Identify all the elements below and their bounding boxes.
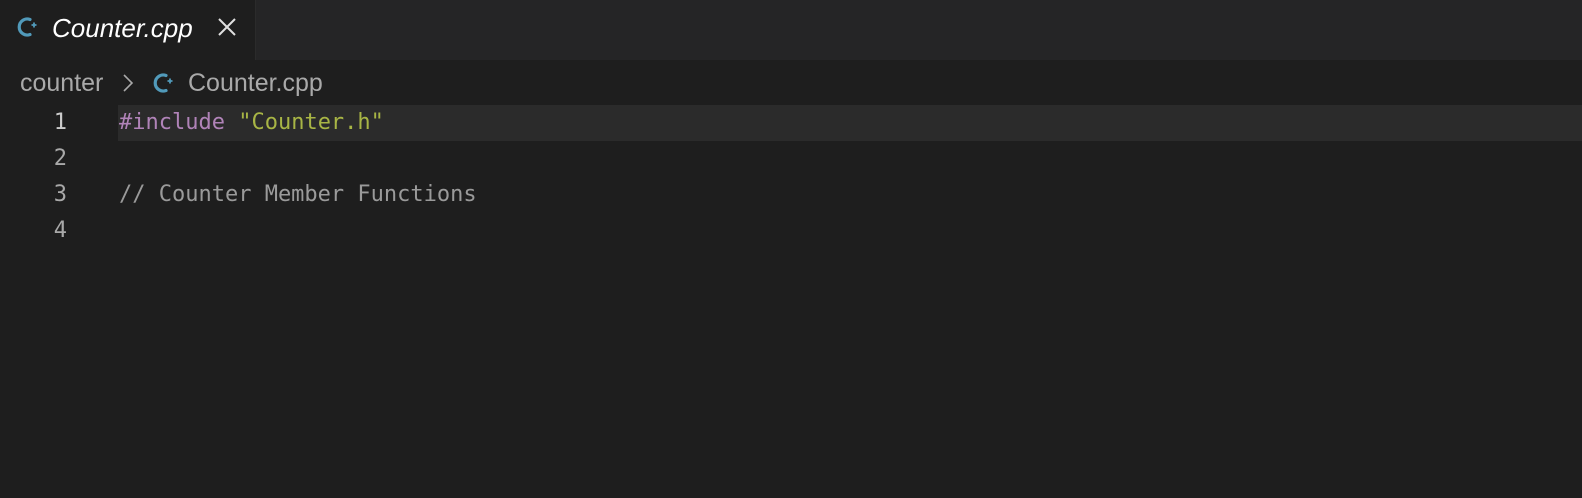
string-literal: "Counter.h" bbox=[238, 110, 384, 135]
code-line[interactable]: 4 bbox=[0, 213, 1582, 249]
breadcrumb: counter Counter.cpp bbox=[0, 61, 1582, 105]
line-number: 4 bbox=[53, 218, 67, 243]
line-number: 2 bbox=[53, 146, 67, 171]
code-text[interactable]: #include "Counter.h" bbox=[119, 105, 384, 141]
tab-label: Counter.cpp bbox=[52, 13, 193, 43]
code-editor[interactable]: 1 #include "Counter.h" 2 3 // Counter Me… bbox=[0, 105, 1582, 498]
cpp-file-icon bbox=[152, 70, 178, 96]
preprocessor-directive: #include bbox=[119, 110, 225, 135]
code-line[interactable]: 1 #include "Counter.h" bbox=[0, 105, 1582, 141]
tab-bar: Counter.cpp bbox=[0, 0, 1582, 60]
tab-counter-cpp[interactable]: Counter.cpp bbox=[0, 0, 256, 60]
breadcrumb-file[interactable]: Counter.cpp bbox=[188, 68, 323, 98]
line-number: 3 bbox=[53, 182, 67, 207]
code-line[interactable]: 3 // Counter Member Functions bbox=[0, 177, 1582, 213]
cpp-file-icon bbox=[16, 14, 42, 40]
code-line[interactable]: 2 bbox=[0, 141, 1582, 177]
close-icon[interactable] bbox=[214, 14, 240, 40]
comment-text[interactable]: // Counter Member Functions bbox=[119, 177, 477, 213]
line-number: 1 bbox=[53, 110, 67, 135]
chevron-right-icon bbox=[120, 73, 136, 93]
breadcrumb-folder[interactable]: counter bbox=[20, 68, 103, 98]
